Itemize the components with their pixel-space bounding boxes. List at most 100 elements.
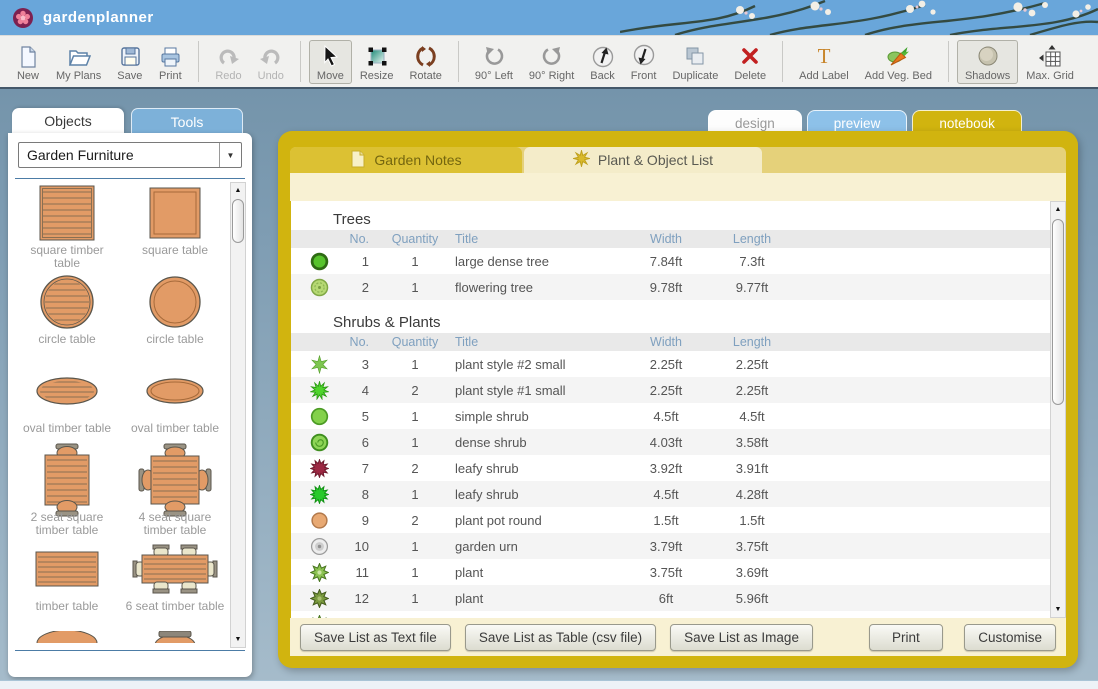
cell-width: 3.79ft xyxy=(623,539,709,554)
table-row[interactable]: 21flowering tree9.78ft9.77ft xyxy=(291,274,1050,300)
cell-quantity: 1 xyxy=(377,357,453,372)
cell-no: 12 xyxy=(337,591,377,606)
list-scrollbar[interactable]: ▲ ▼ xyxy=(1050,201,1066,618)
object-item-label: circle table xyxy=(143,333,206,346)
category-dropdown[interactable]: Garden Furniture ▼ xyxy=(18,142,242,168)
column-header-quantity: Quantity xyxy=(377,335,453,349)
table-row[interactable]: 92plant pot round1.5ft1.5ft xyxy=(291,507,1050,533)
sidebar-tab-objects[interactable]: Objects xyxy=(12,108,124,134)
oval-graphic xyxy=(144,360,206,422)
toolbar-button-rotate-90-right[interactable]: 90° Right xyxy=(521,40,582,84)
cell-no: 4 xyxy=(337,383,377,398)
cell-width: 1.5ft xyxy=(623,513,709,528)
cell-length: 9.77ft xyxy=(709,280,795,295)
cell-quantity: 1 xyxy=(377,591,453,606)
toolbar-separator xyxy=(458,41,459,82)
toolbar-button-label: Back xyxy=(590,70,614,82)
table-row[interactable]: 101garden urn3.79ft3.75ft xyxy=(291,533,1050,559)
toolbar-button-redo[interactable]: Redo xyxy=(207,40,249,84)
scroll-up-icon[interactable]: ▲ xyxy=(1051,202,1065,217)
footer-save-list-image-button[interactable]: Save List as Image xyxy=(670,624,813,651)
toolbar-separator xyxy=(300,41,301,82)
toolbar-button-rotate-90-left[interactable]: 90° Left xyxy=(467,40,521,84)
table-row[interactable]: 72leafy shrub3.92ft3.91ft xyxy=(291,455,1050,481)
cell-length: 5.96ft xyxy=(709,591,795,606)
toolbar-separator xyxy=(782,41,783,82)
toolbar-button-save[interactable]: Save xyxy=(109,40,150,84)
toolbar-button-add-label[interactable]: TAdd Label xyxy=(791,40,857,84)
table-row[interactable]: 11large dense tree7.84ft7.3ft xyxy=(291,248,1050,274)
table-row[interactable]: 121plant6ft5.96ft xyxy=(291,585,1050,611)
object-item[interactable]: 4 seat square timber table xyxy=(121,449,229,538)
cell-quantity: 1 xyxy=(377,254,453,269)
toolbar-button-shadows[interactable]: Shadows xyxy=(957,40,1018,84)
object-list: square timber tablesquare tablecircle ta… xyxy=(13,182,229,648)
scrollbar-thumb[interactable] xyxy=(232,199,244,243)
cell-width: 2.25ft xyxy=(623,357,709,372)
footer-customise-button[interactable]: Customise xyxy=(964,624,1056,651)
toolbar-button-max-grid[interactable]: Max. Grid xyxy=(1018,40,1082,84)
scroll-down-icon[interactable]: ▼ xyxy=(1051,602,1065,617)
object-item[interactable]: circle table xyxy=(13,271,121,360)
cell-quantity: 2 xyxy=(377,383,453,398)
object-item[interactable]: square timber table xyxy=(13,182,121,271)
toolbar-button-move[interactable]: Move xyxy=(309,40,352,84)
toolbar-button-resize[interactable]: Resize xyxy=(352,40,402,84)
table-row[interactable]: 42plant style #1 small2.25ft2.25ft xyxy=(291,377,1050,403)
category-dropdown-value: Garden Furniture xyxy=(19,147,219,163)
table-row[interactable]: 31plant style #2 small2.25ft2.25ft xyxy=(291,351,1050,377)
object-item[interactable]: oval timber table xyxy=(13,360,121,449)
toolbar-button-front[interactable]: Front xyxy=(623,40,665,84)
toolbar-button-undo[interactable]: Undo xyxy=(250,40,292,84)
footer-save-list-text-button[interactable]: Save List as Text file xyxy=(300,624,451,651)
column-header-width: Width xyxy=(623,335,709,349)
table-row-partial[interactable] xyxy=(291,611,1050,618)
toolbar-button-new[interactable]: New xyxy=(8,40,48,84)
object-item[interactable]: 6 seat timber table xyxy=(121,538,229,627)
toolbar-button-rotate[interactable]: Rotate xyxy=(401,40,449,84)
sidebar-scrollbar[interactable]: ▲ ▼ xyxy=(230,182,246,648)
footer-print-button[interactable]: Print xyxy=(869,624,943,651)
table-row[interactable]: 51simple shrub4.5ft4.5ft xyxy=(291,403,1050,429)
toolbar-button-delete[interactable]: Delete xyxy=(726,40,774,84)
object-item[interactable]: oval timber table xyxy=(121,360,229,449)
table-row[interactable]: 81leafy shrub4.5ft4.28ft xyxy=(291,481,1050,507)
footer-save-list-csv-button[interactable]: Save List as Table (csv file) xyxy=(465,624,656,651)
move-icon xyxy=(318,43,342,69)
toolbar-button-print[interactable]: Print xyxy=(150,40,190,84)
column-header-no: No. xyxy=(337,335,377,349)
cell-title: leafy shrub xyxy=(453,461,623,476)
scrollbar-thumb[interactable] xyxy=(1052,219,1064,405)
object-item[interactable]: circle table xyxy=(121,271,229,360)
toolbar-button-my-plans[interactable]: My Plans xyxy=(48,40,109,84)
toolbar-button-label: Duplicate xyxy=(672,70,718,82)
leafy-shrub-green-icon xyxy=(291,485,337,504)
object-item[interactable] xyxy=(13,627,121,648)
sidebar-tab-tools[interactable]: Tools xyxy=(131,108,243,134)
dropdown-arrow-icon[interactable]: ▼ xyxy=(219,143,241,167)
object-item[interactable] xyxy=(121,627,229,648)
section-title: Trees xyxy=(333,211,1050,228)
square-4seat-graphic xyxy=(137,449,213,511)
toolbar: New My Plans Save Print RedoUndo MoveResizeRo… xyxy=(0,35,1098,89)
toolbar-button-add-veg-bed[interactable]: Add Veg. Bed xyxy=(857,40,940,84)
cell-quantity: 1 xyxy=(377,409,453,424)
table-row[interactable]: 111plant3.75ft3.69ft xyxy=(291,559,1050,585)
new-icon xyxy=(16,43,40,69)
notebook-tab-plant-object-list[interactable]: Plant & Object List xyxy=(524,147,762,173)
toolbar-button-duplicate[interactable]: Duplicate xyxy=(664,40,726,84)
scroll-down-icon[interactable]: ▼ xyxy=(231,632,245,647)
cell-no: 7 xyxy=(337,461,377,476)
toolbar-button-label: Save xyxy=(117,70,142,82)
toolbar-button-label: New xyxy=(17,70,39,82)
object-item[interactable]: square table xyxy=(121,182,229,271)
toolbar-button-back[interactable]: Back xyxy=(582,40,622,84)
toolbar-button-label: Print xyxy=(159,70,182,82)
notebook-tab-garden-notes[interactable]: Garden Notes xyxy=(290,147,522,173)
object-item[interactable]: timber table xyxy=(13,538,121,627)
page-icon xyxy=(350,150,366,171)
scroll-up-icon[interactable]: ▲ xyxy=(231,183,245,198)
table-row[interactable]: 61dense shrub4.03ft3.58ft xyxy=(291,429,1050,455)
object-item[interactable]: 2 seat square timber table xyxy=(13,449,121,538)
square-graphic xyxy=(147,182,203,244)
